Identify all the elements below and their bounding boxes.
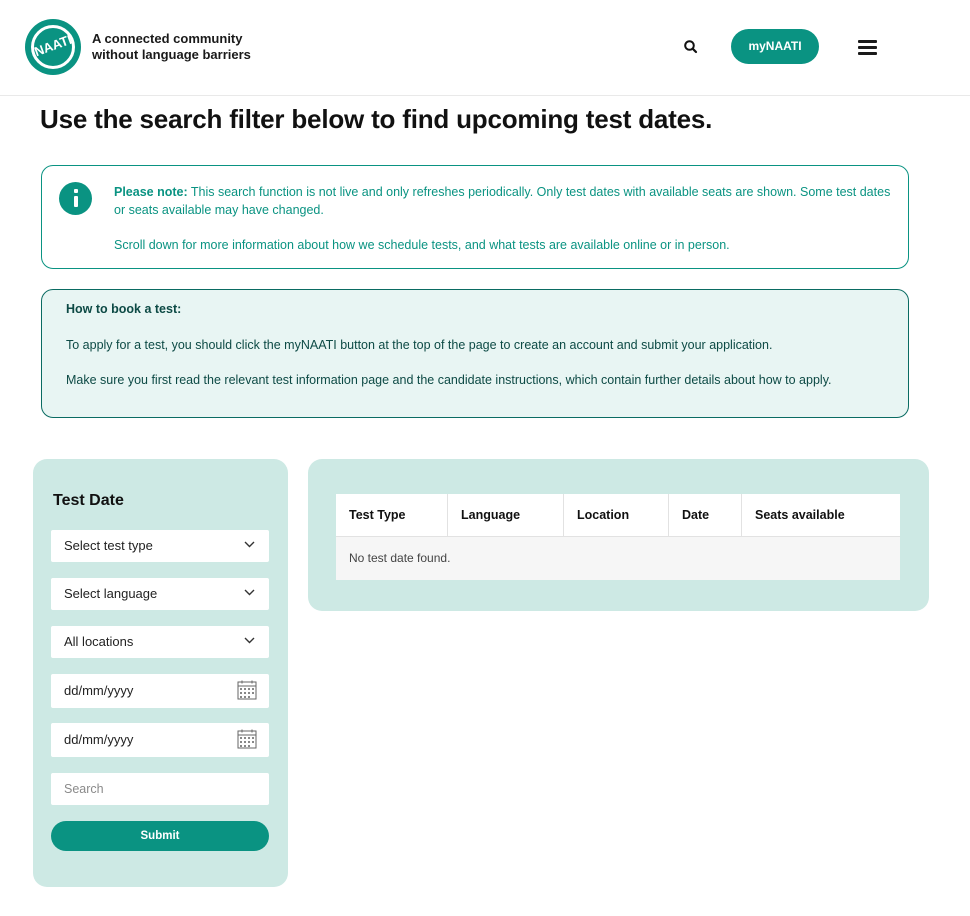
test-type-select[interactable]: Select test type <box>51 530 269 562</box>
note-text: Please note: This search function is not… <box>114 183 894 271</box>
language-value: Select language <box>64 586 158 601</box>
date-from-value: dd/mm/yyyy <box>64 683 134 698</box>
chevron-down-icon <box>244 541 255 548</box>
hamburger-menu-icon[interactable] <box>858 37 880 57</box>
naati-logo[interactable]: NAATI <box>25 19 81 75</box>
mynaati-button[interactable]: myNAATI <box>731 29 819 64</box>
results-table: Test Type Language Location Date Seats a… <box>336 494 900 580</box>
note-label: Please note: <box>114 185 188 199</box>
tagline-line-1: A connected community <box>92 31 243 46</box>
table-header: Test Type Language Location Date Seats a… <box>336 494 900 537</box>
filter-title: Test Date <box>53 492 124 509</box>
how-to-book-paragraph-2: Make sure you first read the relevant te… <box>66 373 832 387</box>
search-icon[interactable] <box>680 36 702 58</box>
calendar-icon[interactable] <box>237 729 257 749</box>
site-tagline: A connected community without language b… <box>92 31 251 63</box>
note-box: Please note: This search function is not… <box>41 165 909 269</box>
chevron-down-icon <box>244 589 255 596</box>
search-placeholder: Search <box>64 782 104 796</box>
info-icon <box>59 182 92 215</box>
calendar-icon[interactable] <box>237 680 257 700</box>
date-from-input[interactable]: dd/mm/yyyy <box>51 674 269 708</box>
note-body: This search function is not live and onl… <box>114 185 891 217</box>
results-panel: Test Type Language Location Date Seats a… <box>308 459 929 611</box>
column-seats-available[interactable]: Seats available <box>742 494 900 537</box>
note-paragraph-1: Please note: This search function is not… <box>114 183 894 219</box>
empty-message: No test date found. <box>349 551 451 565</box>
search-input[interactable]: Search <box>51 773 269 805</box>
chevron-down-icon <box>244 637 255 644</box>
filter-panel: Test Date Select test type Select langua… <box>33 459 288 887</box>
site-header: NAATI A connected community without lang… <box>0 0 970 96</box>
date-to-input[interactable]: dd/mm/yyyy <box>51 723 269 757</box>
page-title: Use the search filter below to find upco… <box>40 104 713 134</box>
how-to-book-paragraph-1: To apply for a test, you should click th… <box>66 338 773 352</box>
how-to-book-box: How to book a test: To apply for a test,… <box>41 289 909 418</box>
date-to-value: dd/mm/yyyy <box>64 732 134 747</box>
note-paragraph-2: Scroll down for more information about h… <box>114 238 730 252</box>
column-test-type[interactable]: Test Type <box>336 494 448 537</box>
submit-button[interactable]: Submit <box>51 821 269 851</box>
location-value: All locations <box>64 634 134 649</box>
column-location[interactable]: Location <box>564 494 669 537</box>
tagline-line-2: without language barriers <box>92 47 251 62</box>
column-language[interactable]: Language <box>448 494 564 537</box>
location-select[interactable]: All locations <box>51 626 269 658</box>
how-to-book-title: How to book a test: <box>66 302 182 316</box>
table-row: No test date found. <box>336 537 900 580</box>
column-date[interactable]: Date <box>669 494 742 537</box>
test-type-value: Select test type <box>64 538 153 553</box>
language-select[interactable]: Select language <box>51 578 269 610</box>
